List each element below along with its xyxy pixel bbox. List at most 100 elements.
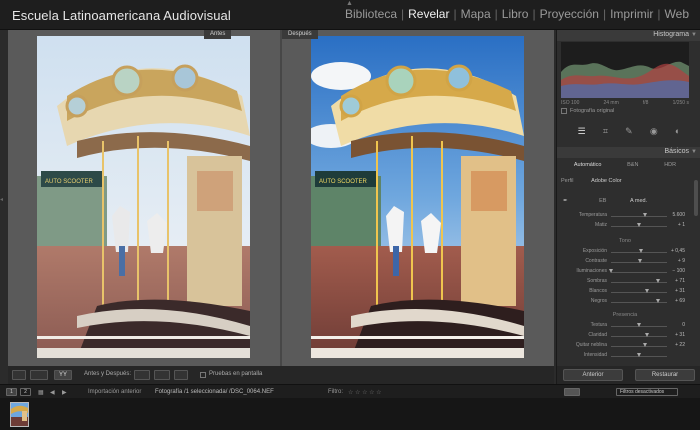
slider-negros[interactable]: Negros + 69 — [561, 298, 689, 306]
compare-view-button[interactable] — [30, 370, 48, 380]
slider-value[interactable]: + 9 — [678, 258, 685, 264]
slider-knob[interactable] — [639, 249, 644, 253]
slider-knob[interactable] — [636, 323, 641, 327]
left-panel-expand-icon[interactable]: ◂ — [0, 196, 3, 206]
slider-value[interactable]: 0 — [682, 322, 685, 328]
back-icon[interactable]: ◀ — [50, 389, 55, 396]
slider-value[interactable]: + 69 — [675, 298, 685, 304]
before-pane[interactable]: AUTO SCOOTER Antes — [8, 30, 280, 366]
sliders-icon[interactable]: ☰ — [578, 126, 586, 137]
before-after-label: Antes y Después: — [84, 371, 132, 377]
slider-blancos[interactable]: Blancos + 31 — [561, 288, 689, 296]
before-photo[interactable]: AUTO SCOOTER — [37, 36, 250, 358]
import-source[interactable]: Importación anterior — [88, 389, 141, 395]
copy-before-to-after-button[interactable] — [134, 370, 150, 380]
slider-value[interactable]: + 31 — [675, 332, 685, 338]
loupe-view-button[interactable] — [12, 370, 26, 380]
slider-value[interactable]: − 100 — [672, 268, 685, 274]
treatment-auto[interactable]: Automático — [574, 162, 602, 168]
slider-value[interactable]: 5.600 — [672, 212, 685, 218]
filter-dropdown[interactable]: Filtros desactivados — [616, 388, 678, 396]
slider-knob[interactable] — [636, 353, 641, 357]
slider-label: Textura — [590, 322, 607, 328]
photo-info[interactable]: Fotografía /1 seleccionada/ /DSC_0064.NE… — [155, 389, 274, 395]
basic-header[interactable]: Básicos ▼ — [557, 147, 700, 158]
original-photo-checkbox[interactable] — [561, 108, 567, 114]
slider-track[interactable] — [611, 292, 667, 293]
forward-icon[interactable]: ▶ — [62, 389, 67, 396]
slider-claridad[interactable]: Claridad + 31 — [561, 332, 689, 340]
slider-knob[interactable] — [644, 333, 649, 337]
treatment-bw[interactable]: B&N — [627, 162, 638, 168]
slider-knob[interactable] — [655, 299, 660, 303]
before-label: Antes — [204, 30, 232, 39]
wb-value: A med. — [630, 198, 648, 204]
slider-value[interactable]: + 1 — [678, 222, 685, 228]
slider-sombras[interactable]: Sombras + 71 — [561, 278, 689, 286]
grid-icon[interactable]: ▦ — [38, 389, 44, 396]
histogram-title: Histograma — [653, 31, 689, 38]
panel-scrollbar[interactable] — [694, 180, 698, 216]
module-libro[interactable]: Libro — [499, 7, 532, 21]
slider-knob[interactable] — [638, 259, 643, 263]
slider-exposición[interactable]: Exposición + 0,45 — [561, 248, 689, 256]
profile-row[interactable]: Perfil Adobe Color — [561, 178, 689, 184]
collapse-triangle-icon: ▼ — [691, 149, 697, 155]
page-2-button[interactable]: 2 — [20, 388, 31, 396]
slider-knob[interactable] — [636, 223, 641, 227]
module-web[interactable]: Web — [662, 7, 692, 21]
slider-knob[interactable] — [656, 279, 661, 283]
slider-value[interactable]: + 71 — [675, 278, 685, 284]
treatment-hdr[interactable]: HDR — [664, 162, 676, 168]
module-imprimir[interactable]: Imprimir — [607, 7, 656, 21]
module-proyeccion[interactable]: Proyección — [537, 7, 602, 21]
filmstrip-thumbnail[interactable] — [10, 402, 29, 427]
soft-proof-checkbox[interactable] — [200, 372, 206, 378]
copy-after-to-before-button[interactable] — [154, 370, 170, 380]
slider-value[interactable]: + 31 — [675, 288, 685, 294]
slider-value[interactable]: + 0,45 — [671, 248, 685, 254]
heal-icon[interactable]: ✎ — [625, 126, 633, 137]
eyedropper-icon[interactable]: ✒ — [563, 198, 568, 204]
slider-track[interactable] — [611, 346, 667, 347]
redeye-icon[interactable]: ◉ — [650, 126, 658, 137]
wb-row[interactable]: ✒ EB A med. — [561, 198, 689, 204]
slider-knob[interactable] — [642, 343, 647, 347]
module-biblioteca[interactable]: Biblioteca — [342, 7, 400, 21]
previous-button[interactable]: Anterior — [563, 369, 623, 381]
slider-label: Negros — [590, 298, 607, 304]
module-revelar[interactable]: Revelar — [405, 7, 452, 21]
rating-filter-icon[interactable]: ☆ ☆ ☆ ☆ ☆ — [348, 389, 382, 396]
after-pane[interactable]: AUTO SCOOTER Después — [282, 30, 554, 366]
module-mapa[interactable]: Mapa — [458, 7, 494, 21]
crop-icon[interactable]: ⌗ — [603, 126, 608, 137]
slider-textura[interactable]: Textura 0 — [561, 322, 689, 330]
mask-icon[interactable]: ◐ — [675, 126, 680, 136]
slider-track[interactable] — [611, 216, 667, 217]
before-after-mode-button[interactable]: YY — [54, 370, 72, 380]
slider-temperatura[interactable]: Temperatura 5.600 — [561, 212, 689, 220]
slider-value[interactable]: + 22 — [675, 342, 685, 348]
histogram[interactable] — [561, 42, 689, 98]
slider-track[interactable] — [611, 336, 667, 337]
after-photo[interactable]: AUTO SCOOTER — [311, 36, 524, 358]
histogram-header[interactable]: Histograma ▼ — [557, 30, 700, 41]
slider-contraste[interactable]: Contraste + 9 — [561, 258, 689, 266]
slider-matiz[interactable]: Matiz + 1 — [561, 222, 689, 230]
reset-button[interactable]: Restaurar — [635, 369, 695, 381]
page-1-button[interactable]: 1 — [6, 388, 17, 396]
slider-intensidad[interactable]: Intensidad — [561, 352, 689, 360]
slider-track[interactable] — [611, 272, 667, 273]
slider-knob[interactable] — [608, 269, 613, 273]
exif-aperture: f/8 — [642, 100, 649, 106]
basic-title: Básicos — [664, 148, 689, 155]
original-photo-row[interactable]: Fotografía original — [561, 108, 614, 114]
slider-label: Blancos — [589, 288, 607, 294]
slider-knob[interactable] — [643, 213, 648, 217]
filter-toggle[interactable] — [564, 388, 580, 396]
panel-collapse-top-icon[interactable]: ▲ — [346, 0, 353, 7]
slider-iluminaciones[interactable]: Iluminaciones − 100 — [561, 268, 689, 276]
swap-before-after-button[interactable] — [174, 370, 188, 380]
slider-quitar-neblina[interactable]: Quitar neblina + 22 — [561, 342, 689, 350]
slider-knob[interactable] — [644, 289, 649, 293]
